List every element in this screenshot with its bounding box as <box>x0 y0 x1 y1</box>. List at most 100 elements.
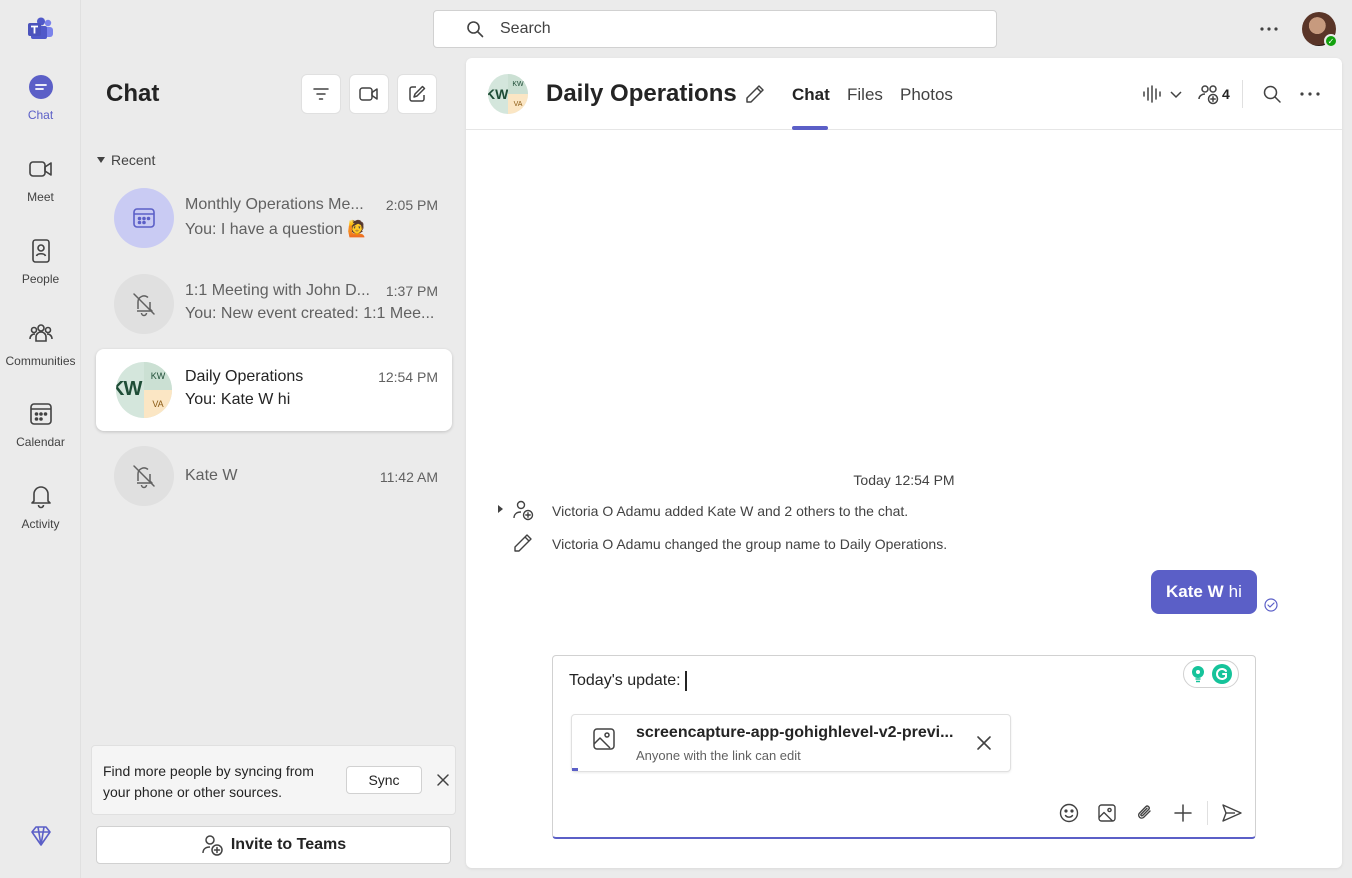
search-placeholder: Search <box>500 20 551 37</box>
chat-list-item[interactable]: KW KW VA Daily Operations 12:54 PM You: … <box>96 349 452 431</box>
avatar-initials: KW <box>488 86 509 102</box>
filter-button[interactable] <box>301 74 341 114</box>
sync-button[interactable]: Sync <box>346 766 422 794</box>
group-avatar[interactable]: KW KW VA <box>488 74 528 114</box>
more-actions-button[interactable] <box>1164 798 1202 828</box>
chat-item-time: 11:42 AM <box>379 469 438 485</box>
call-button[interactable] <box>1142 82 1184 106</box>
chat-item-name: 1:1 Meeting with John D... <box>185 282 370 299</box>
tab-files[interactable]: Files <box>847 85 883 105</box>
chat-item-preview: You: New event created: 1:1 Mee... <box>185 305 435 322</box>
rail-item-meet[interactable]: Meet <box>0 155 81 225</box>
conversation-pane: KW KW VA Daily Operations Chat Files Pho… <box>466 58 1342 868</box>
recent-section-toggle[interactable]: Recent <box>97 152 155 168</box>
emoji-icon <box>1059 803 1079 823</box>
upload-progress-bar <box>572 768 578 771</box>
muted-avatar <box>114 446 174 506</box>
close-icon[interactable] <box>435 772 451 788</box>
image-icon <box>593 728 615 750</box>
rail-item-label: People <box>21 272 60 286</box>
video-camera-icon <box>359 87 378 101</box>
calendar-icon <box>27 400 55 428</box>
tab-photos[interactable]: Photos <box>900 85 953 105</box>
send-button[interactable] <box>1213 798 1251 828</box>
system-message: Victoria O Adamu changed the group name … <box>552 536 948 552</box>
new-chat-button[interactable] <box>397 74 437 114</box>
emoji-button[interactable] <box>1050 798 1088 828</box>
paperclip-icon <box>1138 805 1151 819</box>
teams-logo-icon[interactable] <box>27 15 55 43</box>
muted-avatar <box>114 274 174 334</box>
message-text: hi <box>1228 582 1242 601</box>
more-options-button[interactable] <box>1256 17 1282 41</box>
bell-off-icon <box>133 293 155 317</box>
rail-item-calendar[interactable]: Calendar <box>0 400 81 470</box>
attachment-name: screencapture-app-gohighlevel-v2-previ..… <box>636 724 954 741</box>
edit-name-icon[interactable] <box>744 83 766 105</box>
sent-message-bubble[interactable]: Kate W hi <box>1151 570 1257 614</box>
bell-off-icon <box>133 465 155 489</box>
search-input[interactable]: Search <box>433 10 997 48</box>
close-icon[interactable] <box>975 734 993 752</box>
calendar-icon <box>133 208 155 228</box>
rail-item-label: Chat <box>27 108 54 122</box>
meet-now-button[interactable] <box>349 74 389 114</box>
group-avatar: KW KW VA <box>114 360 174 420</box>
diamond-premium-icon[interactable] <box>28 823 54 849</box>
mention[interactable]: Kate W <box>1166 582 1224 602</box>
chat-item-name: Daily Operations <box>185 368 304 385</box>
more-options-button[interactable] <box>1300 82 1320 106</box>
chat-list-item[interactable]: Monthly Operations Me... 2:05 PM You: I … <box>96 177 452 259</box>
compose-icon <box>409 85 426 102</box>
rail-item-label: Meet <box>27 190 54 204</box>
message-compose-box[interactable]: Today's update: screencapture-app-gohigh… <box>552 655 1256 839</box>
sync-message: Find more people by syncing from your ph… <box>103 763 314 800</box>
recent-section-label: Recent <box>111 152 156 168</box>
grammarly-icon <box>1212 664 1233 684</box>
insert-image-button[interactable] <box>1088 798 1126 828</box>
chat-item-preview: You: Kate W hi <box>185 391 291 408</box>
header-divider <box>1242 80 1243 108</box>
chat-item-preview: You: I have a question 🙋 <box>185 221 368 238</box>
chat-item-time: 1:37 PM <box>385 283 438 299</box>
attachment-card[interactable]: screencapture-app-gohighlevel-v2-previ..… <box>571 714 1011 772</box>
grammarly-widget[interactable] <box>1183 660 1239 688</box>
compose-text[interactable]: Today's update: <box>569 671 687 691</box>
rail-item-communities[interactable]: Communities <box>0 319 81 389</box>
participants-button[interactable]: 4 <box>1198 82 1230 106</box>
conversation-header: KW KW VA Daily Operations Chat Files Pho… <box>466 58 1342 130</box>
avatar-initials: VA <box>144 390 172 418</box>
sync-contacts-card: Find more people by syncing from your ph… <box>91 745 456 815</box>
chevron-down-icon <box>1170 91 1182 99</box>
chat-list-item[interactable]: Kate W 11:42 AM <box>96 435 452 517</box>
rail-item-people[interactable]: People <box>0 237 81 307</box>
avatar-initials: VA <box>508 94 528 114</box>
presence-available-icon: ✓ <box>1324 34 1338 48</box>
profile-avatar[interactable]: ✓ <box>1302 12 1338 48</box>
search-icon <box>1263 85 1281 103</box>
active-tab-indicator <box>792 126 828 130</box>
add-person-icon <box>202 835 223 856</box>
compose-toolbar <box>1050 798 1251 828</box>
message-timestamp: Today 12:54 PM <box>853 472 955 488</box>
search-in-chat-button[interactable] <box>1262 82 1282 106</box>
send-icon <box>1222 804 1242 822</box>
bell-icon <box>27 482 55 510</box>
caret-down-icon <box>97 157 105 163</box>
pencil-icon <box>514 534 532 552</box>
video-camera-icon <box>27 155 55 183</box>
expand-caret-icon[interactable] <box>498 505 503 513</box>
tab-chat[interactable]: Chat <box>792 85 830 105</box>
sent-check-icon <box>1264 598 1278 612</box>
people-book-icon <box>27 237 55 265</box>
rail-item-chat[interactable]: Chat <box>0 73 81 143</box>
attach-file-button[interactable] <box>1126 798 1164 828</box>
ellipsis-icon <box>1260 27 1278 31</box>
system-message: Victoria O Adamu added Kate W and 2 othe… <box>552 503 909 519</box>
rail-item-activity[interactable]: Activity <box>0 482 81 552</box>
toolbar-divider <box>1207 801 1208 825</box>
communities-icon <box>27 319 55 347</box>
invite-to-teams-button[interactable]: Invite to Teams <box>96 826 451 864</box>
chat-list-item[interactable]: 1:1 Meeting with John D... 1:37 PM You: … <box>96 263 452 345</box>
chat-list-title: Chat <box>106 80 160 107</box>
